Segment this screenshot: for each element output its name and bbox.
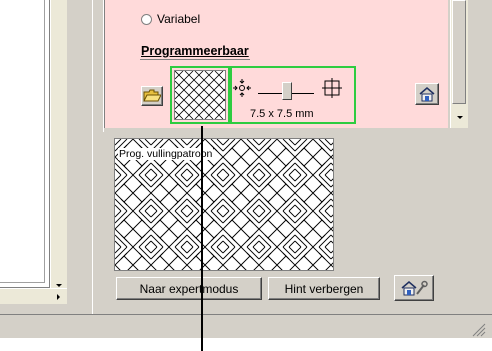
open-folder-icon [143, 89, 161, 102]
group-bottom-edge [104, 128, 448, 132]
preview-label: Prog. vullingpatroon [118, 148, 214, 160]
status-bar [0, 314, 492, 338]
scroll-down-icon[interactable] [457, 116, 463, 119]
pattern-highlight [170, 66, 230, 124]
scroll-down-icon[interactable] [56, 284, 62, 287]
canvas-page [0, 0, 45, 283]
section-underline [140, 59, 250, 60]
radio-variabel[interactable] [141, 14, 152, 25]
hide-hint-button[interactable]: Hint verbergen [268, 277, 380, 300]
panel-scroll-thumb[interactable] [452, 0, 466, 104]
status-strip [0, 338, 492, 351]
expert-mode-button[interactable]: Naar expertmodus [116, 277, 262, 300]
open-folder-button[interactable] [141, 86, 163, 106]
callout-line [201, 126, 203, 351]
size-control-highlight [230, 66, 356, 124]
home-button[interactable] [415, 83, 439, 105]
canvas-vertical-scrollbar[interactable] [50, 0, 67, 288]
design-canvas[interactable] [0, 0, 50, 288]
section-title: Programmeerbaar [141, 44, 249, 58]
home-settings-button[interactable] [394, 275, 434, 301]
canvas-horizontal-scrollbar[interactable] [0, 288, 67, 304]
home-icon [419, 87, 435, 102]
home-wrench-icon [401, 280, 428, 296]
radio-variabel-label: Variabel [157, 12, 201, 26]
resize-grip-icon[interactable] [472, 323, 486, 337]
scroll-right-icon[interactable] [57, 294, 60, 300]
